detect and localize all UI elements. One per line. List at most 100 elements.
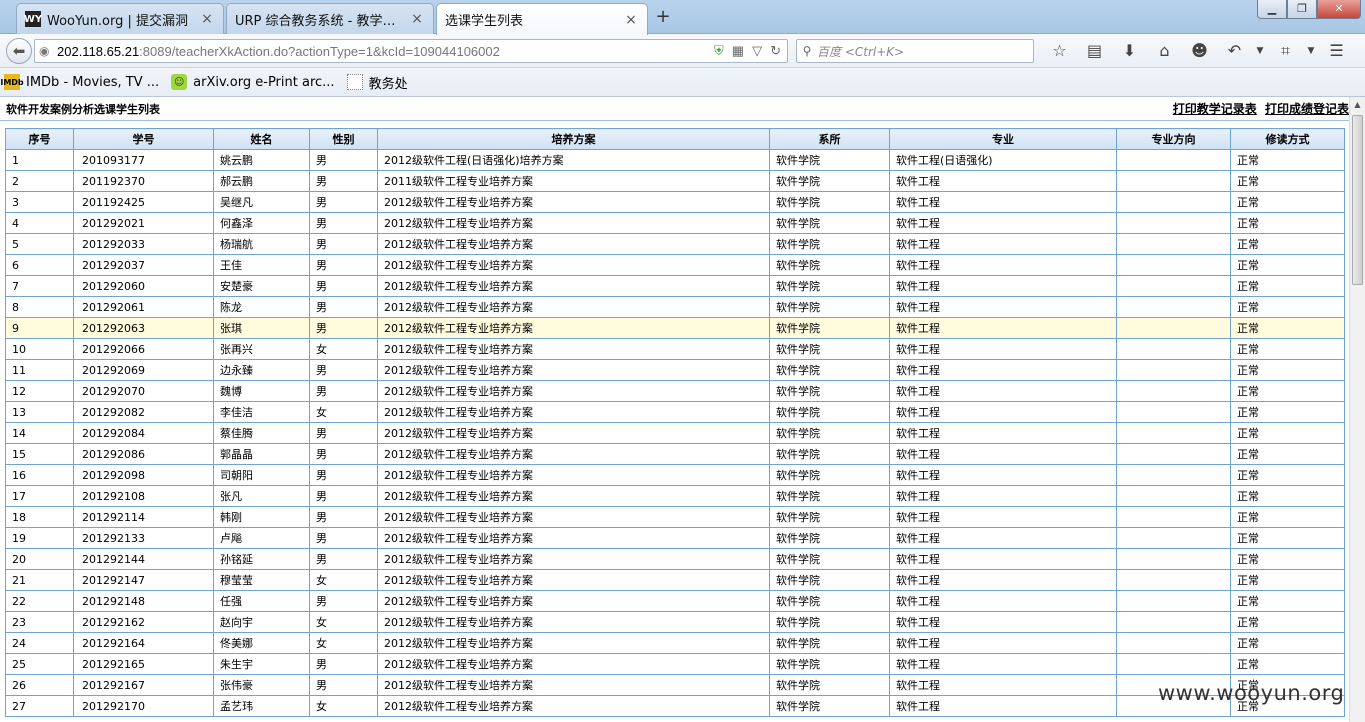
col-department: 软件学院: [769, 422, 890, 444]
col-gender: 男: [309, 359, 378, 381]
table-row[interactable]: 13 201292082 李佳洁女 2012级软件工程专业培养方案 软件学院 软件工程 正常: [5, 401, 1345, 423]
table-row[interactable]: 23 201292162 赵向宇女 2012级软件工程专业培养方案 软件学院 软件工程 正常: [5, 611, 1345, 633]
new-tab-button[interactable]: +: [652, 6, 674, 28]
col-direction: [1116, 569, 1231, 591]
table-row[interactable]: 19 201292133 卢飚男 2012级软件工程专业培养方案 软件学院 软件工程 正常: [5, 527, 1345, 549]
reload-icon[interactable]: ↻: [770, 43, 781, 59]
col-study-mode: 正常: [1230, 149, 1345, 171]
table-row[interactable]: 17 201292108 张凡男 2012级软件工程专业培养方案 软件学院 软件工程 正常: [5, 485, 1345, 507]
col-seq: 2: [5, 170, 74, 192]
search-input[interactable]: ⚲ 百度 <Ctrl+K>: [796, 39, 1034, 63]
tab-wooyun[interactable]: WY WooYun.org | 提交漏洞 ×: [16, 3, 224, 34]
table-row[interactable]: 21 201292147 穆莹莹女 2012级软件工程专业培养方案 软件学院 软件工程 正常: [5, 569, 1345, 591]
col-program: 2012级软件工程专业培养方案: [377, 191, 770, 213]
minimize-icon[interactable]: ▁: [1257, 0, 1287, 19]
table-row[interactable]: 15 201292086 郭晶晶男 2012级软件工程专业培养方案 软件学院 软件工程 正常: [5, 443, 1345, 465]
col-seq: 21: [5, 569, 74, 591]
col-name: 孟艺玮: [213, 695, 310, 717]
col-department: 软件学院: [769, 233, 890, 255]
maximize-icon[interactable]: ❐: [1287, 0, 1317, 19]
header-col-study-mode: 修读方式: [1230, 128, 1345, 150]
table-row[interactable]: 11 201292069 边永臻男 2012级软件工程专业培养方案 软件学院 软件工程 正常: [5, 359, 1345, 381]
crop-icon[interactable]: ⌗: [1268, 40, 1303, 62]
scrollbar-thumb[interactable]: [1352, 115, 1363, 285]
table-row[interactable]: 26 201292167 张伟豪男 2012级软件工程专业培养方案 软件学院 软件工程 正常: [5, 674, 1345, 696]
table-row[interactable]: 2 201192370 郝云鹏男 2011级软件工程专业培养方案 软件学院 软件工程 正常: [5, 170, 1345, 192]
col-name: 姚云鹏: [213, 149, 310, 171]
chevron-down-icon[interactable]: ▼: [1303, 40, 1319, 62]
url-path: :8089/teacherXkAction.do?actionType=1&kc…: [139, 43, 500, 59]
download-icon[interactable]: ⬇: [1112, 40, 1147, 62]
table-row[interactable]: 3 201192425 吴继凡男 2012级软件工程专业培养方案 软件学院 软件工程 正常: [5, 191, 1345, 213]
url-bar[interactable]: ◉ 202.118.65.21:8089/teacherXkAction.do?…: [34, 39, 788, 63]
col-seq: 27: [5, 695, 74, 717]
col-department: 软件学院: [769, 359, 890, 381]
menu-icon[interactable]: ☰: [1319, 40, 1354, 62]
tab-close-icon[interactable]: ×: [623, 12, 639, 28]
bookmark-star-icon[interactable]: ☆: [1042, 40, 1077, 62]
table-row[interactable]: 27 201292170 孟艺玮女 2012级软件工程专业培养方案 软件学院 软件工程 正常: [5, 695, 1345, 717]
tab-close-icon[interactable]: ×: [199, 11, 215, 27]
col-seq: 13: [5, 401, 74, 423]
table-row[interactable]: 16 201292098 司朝阳男 2012级软件工程专业培养方案 软件学院 软件工程 正常: [5, 464, 1345, 486]
shield-icon[interactable]: ⛨: [714, 43, 724, 59]
col-major: 软件工程: [889, 464, 1117, 486]
col-student-id: 201292162: [73, 611, 214, 633]
col-study-mode: 正常: [1230, 422, 1345, 444]
bookmark-imdb[interactable]: IMDb IMDb - Movies, TV ...: [0, 74, 159, 90]
tab-student-list[interactable]: 选课学生列表 ×: [436, 3, 648, 35]
table-row[interactable]: 9 201292063 张琪男 2012级软件工程专业培养方案 软件学院 软件工程 正常: [5, 317, 1345, 339]
print-teaching-record-link[interactable]: 打印教学记录表: [1173, 102, 1257, 116]
table-row[interactable]: 5 201292033 杨瑞航男 2012级软件工程专业培养方案 软件学院 软件工程 正常: [5, 233, 1345, 255]
table-row[interactable]: 14 201292084 蔡佳腾男 2012级软件工程专业培养方案 软件学院 软件工程 正常: [5, 422, 1345, 444]
home-icon[interactable]: ⌂: [1147, 40, 1182, 62]
reading-list-icon[interactable]: ▤: [1077, 40, 1112, 62]
table-row[interactable]: 1 201093177 姚云鹏男 2012级软件工程(日语强化)培养方案 软件学院 软件工…: [5, 149, 1345, 171]
col-direction: [1116, 506, 1231, 528]
table-row[interactable]: 7 201292060 安楚豪男 2012级软件工程专业培养方案 软件学院 软件工程 正常: [5, 275, 1345, 297]
print-grade-sheet-link[interactable]: 打印成绩登记表: [1265, 102, 1349, 116]
col-major: 软件工程: [889, 359, 1117, 381]
tab-title: URP 综合教务系统 - 教学信息...: [235, 13, 403, 29]
qr-code-icon[interactable]: ▦: [732, 43, 744, 59]
table-row[interactable]: 20 201292144 孙铭延男 2012级软件工程专业培养方案 软件学院 软件工程 正常: [5, 548, 1345, 570]
col-student-id: 201292070: [73, 380, 214, 402]
col-department: 软件学院: [769, 401, 890, 423]
col-study-mode: 正常: [1230, 569, 1345, 591]
globe-icon: ◉: [39, 44, 50, 58]
vertical-scrollbar[interactable]: ▲: [1349, 97, 1365, 722]
bookmark-jiaowuchu[interactable]: 教务处: [346, 73, 408, 92]
header-col-program: 培养方案: [377, 128, 770, 150]
col-student-id: 201093177: [73, 149, 214, 171]
col-student-id: 201292165: [73, 653, 214, 675]
tab-urp[interactable]: URP 综合教务系统 - 教学信息... ×: [226, 3, 434, 34]
col-seq: 16: [5, 464, 74, 486]
undo-icon[interactable]: ↶: [1217, 40, 1252, 62]
table-row[interactable]: 12 201292070 魏博男 2012级软件工程专业培养方案 软件学院 软件工程 正常: [5, 380, 1345, 402]
table-row[interactable]: 10 201292066 张再兴女 2012级软件工程专业培养方案 软件学院 软件工程 正常: [5, 338, 1345, 360]
smiley-icon[interactable]: ☻: [1182, 40, 1217, 62]
col-study-mode: 正常: [1230, 380, 1345, 402]
col-gender: 男: [309, 590, 378, 612]
scroll-up-arrow-icon[interactable]: ▲: [1350, 97, 1365, 113]
tab-close-icon[interactable]: ×: [409, 11, 425, 27]
back-arrow-icon[interactable]: ⬅: [6, 38, 32, 64]
col-name: 蔡佳腾: [213, 422, 310, 444]
col-program: 2012级软件工程专业培养方案: [377, 653, 770, 675]
table-row[interactable]: 6 201292037 王佳男 2012级软件工程专业培养方案 软件学院 软件工程 正常: [5, 254, 1345, 276]
table-row[interactable]: 22 201292148 任强男 2012级软件工程专业培养方案 软件学院 软件工程 正常: [5, 590, 1345, 612]
chevron-down-icon[interactable]: ▼: [1252, 40, 1268, 62]
navigation-bar: ⬅ ◉ 202.118.65.21:8089/teacherXkAction.d…: [0, 34, 1365, 68]
table-row[interactable]: 25 201292165 朱生宇男 2012级软件工程专业培养方案 软件学院 软件工程 正常: [5, 653, 1345, 675]
table-row[interactable]: 18 201292114 韩刚男 2012级软件工程专业培养方案 软件学院 软件工程 正常: [5, 506, 1345, 528]
table-row[interactable]: 24 201292164 佟美娜女 2012级软件工程专业培养方案 软件学院 软件工程 正常: [5, 632, 1345, 654]
col-name: 郭晶晶: [213, 443, 310, 465]
table-row[interactable]: 8 201292061 陈龙男 2012级软件工程专业培养方案 软件学院 软件工程 正常: [5, 296, 1345, 318]
col-department: 软件学院: [769, 296, 890, 318]
table-row[interactable]: 4 201292021 何鑫泽男 2012级软件工程专业培养方案 软件学院 软件工程 正常: [5, 212, 1345, 234]
window-close-icon[interactable]: ✕: [1317, 0, 1361, 19]
bookmark-arxiv[interactable]: ☺ arXiv.org e-Print arc...: [171, 74, 335, 90]
col-student-id: 201292144: [73, 548, 214, 570]
col-gender: 男: [309, 653, 378, 675]
dropdown-arrow-icon[interactable]: ▽: [752, 43, 762, 59]
